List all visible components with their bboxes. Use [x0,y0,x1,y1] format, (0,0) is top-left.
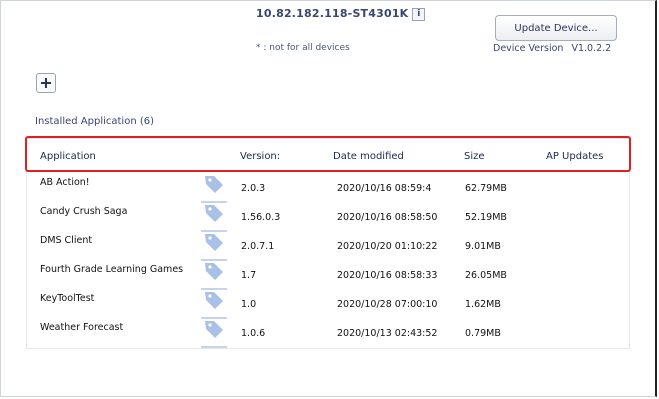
table-row[interactable]: AB Action! 2.0.3 2020/10/16 08:59:4 62.79MB [27,176,629,207]
tag-icon [205,321,223,338]
table-row[interactable]: KeyToolTest 1.0 2020/10/28 07:00:10 1.62MB [27,292,629,323]
app-version: 1.0.6 [241,328,266,339]
device-version-value: V1.0.2.2 [571,43,612,54]
device-version-label: Device Version [493,43,564,54]
app-name: Candy Crush Saga [40,206,128,217]
column-header-application[interactable]: Application [40,151,96,162]
app-size: 9.01MB [465,241,501,252]
tag-icon [205,234,223,251]
app-version: 2.0.3 [241,183,266,194]
app-date-modified: 2020/10/16 08:58:33 [337,270,438,281]
app-version: 1.56.0.3 [241,212,281,223]
column-header-ap-updates[interactable]: AP Updates [546,151,603,162]
column-header-date-modified[interactable]: Date modified [333,151,404,162]
app-size: 0.79MB [465,328,501,339]
tag-icon [205,263,223,280]
app-name: Weather Forecast [40,322,124,333]
app-version: 1.7 [241,270,257,281]
table-row[interactable]: Fourth Grade Learning Games 1.7 2020/10/16… [27,263,629,294]
table-row[interactable]: Weather Forecast 1.0.6 2020/10/13 02:43:52… [27,321,629,352]
app-size: 1.62MB [465,299,501,310]
device-version: Device Version V1.0.2.2 [493,43,611,54]
applications-table: Application Version: Date modified Size … [25,136,631,352]
tag-icon [205,205,223,222]
app-size: 26.05MB [465,270,507,281]
table-row[interactable]: DMS Client 2.0.7.1 2020/10/20 01:10:22 9.01… [27,234,629,265]
app-date-modified: 2020/10/13 02:43:52 [337,328,438,339]
app-date-modified: 2020/10/16 08:59:4 [337,183,432,194]
tag-icon [205,176,223,193]
table-header: Application Version: Date modified Size … [25,136,631,173]
app-version: 2.0.7.1 [241,241,275,252]
tag-underline [201,346,227,348]
add-application-button[interactable] [36,73,56,93]
info-icon[interactable]: i [412,7,426,21]
device-title: 10.82.182.118-ST4301K i [256,7,426,21]
column-header-size[interactable]: Size [464,151,485,162]
app-size: 52.19MB [465,212,507,223]
installed-applications-label: Installed Application (6) [35,116,154,127]
tag-icon [205,292,223,309]
device-name: 10.82.182.118-ST4301K [256,7,409,20]
app-name: KeyToolTest [40,293,95,304]
header-highlight [25,136,631,172]
table-row[interactable]: Candy Crush Saga 1.56.0.3 2020/10/16 08:58… [27,205,629,236]
app-name: Fourth Grade Learning Games [40,264,184,275]
app-size: 62.79MB [465,183,507,194]
app-date-modified: 2020/10/20 01:10:22 [337,241,438,252]
app-date-modified: 2020/10/16 08:58:50 [337,212,438,223]
compat-note: * : not for all devices [256,43,350,53]
column-header-version[interactable]: Version: [240,151,280,162]
app-date-modified: 2020/10/28 07:00:10 [337,299,438,310]
update-device-button[interactable]: Update Device... [495,15,617,41]
app-name: AB Action! [40,177,90,188]
app-version: 1.0 [241,299,257,310]
app-name: DMS Client [40,235,93,246]
